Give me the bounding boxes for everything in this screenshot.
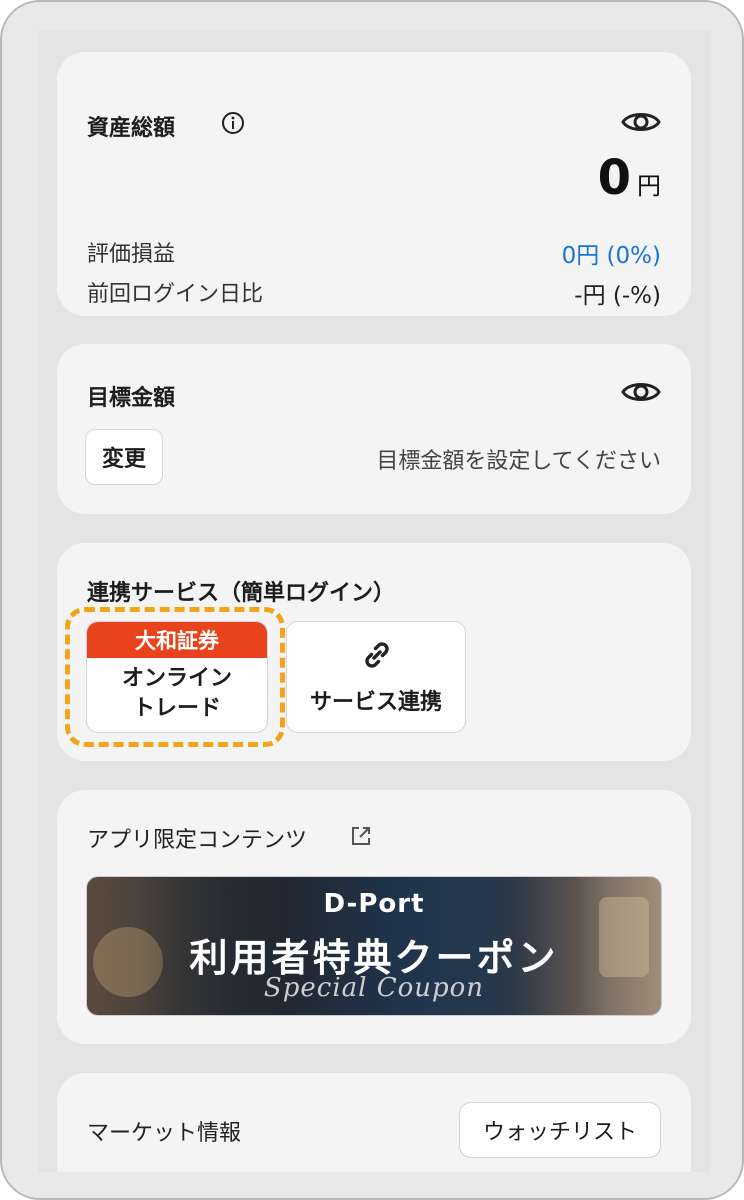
linked-services-title: 連携サービス（簡単ログイン） [87,581,396,606]
daiwa-online-trade-tile[interactable]: 大和証券 オンライン トレード [86,621,268,733]
screen: 資産総額 0 円 評価損益 0円 (0%) 前回ログイン日比 -円 (-%) 目… [38,30,710,1172]
watchlist-button[interactable]: ウォッチリスト [459,1102,661,1158]
goal-amount-title: 目標金額 [87,386,176,411]
app-content-card: アプリ限定コンテンツ D-Port 利用者特典クーポン Special Coup… [57,790,691,1044]
info-icon[interactable] [221,111,245,135]
goal-hint-text: 目標金額を設定してください [376,449,661,474]
goal-amount-card: 目標金額 変更 目標金額を設定してください [57,344,691,514]
daiwa-tile-line1: オンライン [121,666,232,691]
total-assets-title: 資産総額 [87,116,176,141]
since-login-value: -円 (-%) [574,283,661,309]
link-icon [365,642,389,668]
linked-services-card: 連携サービス（簡単ログイン） 大和証券 オンライン トレード サービス連携 [57,543,691,761]
service-link-label: サービス連携 [309,690,442,715]
daiwa-tile-line2: トレード [132,696,221,721]
service-link-tile[interactable]: サービス連携 [286,621,466,733]
daiwa-logo-text: 大和証券 [87,622,267,658]
total-assets-value: 0 [597,150,631,206]
device-frame: 資産総額 0 円 評価損益 0円 (0%) 前回ログイン日比 -円 (-%) 目… [0,0,744,1200]
app-content-title[interactable]: アプリ限定コンテンツ [87,822,307,854]
total-assets-unit: 円 [637,172,661,200]
banner-subtitle: Special Coupon [263,973,485,1003]
market-info-title: マーケット情報 [87,1121,242,1146]
external-link-icon[interactable] [349,824,373,848]
banner-brand: D-Port [323,889,425,919]
total-assets-amount: 0 円 [598,150,661,206]
market-info-card: マーケット情報 ウォッチリスト [57,1073,691,1172]
eye-icon[interactable] [621,108,661,136]
change-button[interactable]: 変更 [85,429,163,485]
eye-icon[interactable] [621,378,661,406]
valuation-value: 0円 (0%) [561,243,661,269]
valuation-label: 評価損益 [87,242,176,267]
daiwa-tile-label: オンライン トレード [87,658,267,724]
total-assets-card: 資産総額 0 円 評価損益 0円 (0%) 前回ログイン日比 -円 (-%) [57,52,691,316]
since-login-label: 前回ログイン日比 [87,282,264,307]
coupon-banner[interactable]: D-Port 利用者特典クーポン Special Coupon [86,876,662,1016]
